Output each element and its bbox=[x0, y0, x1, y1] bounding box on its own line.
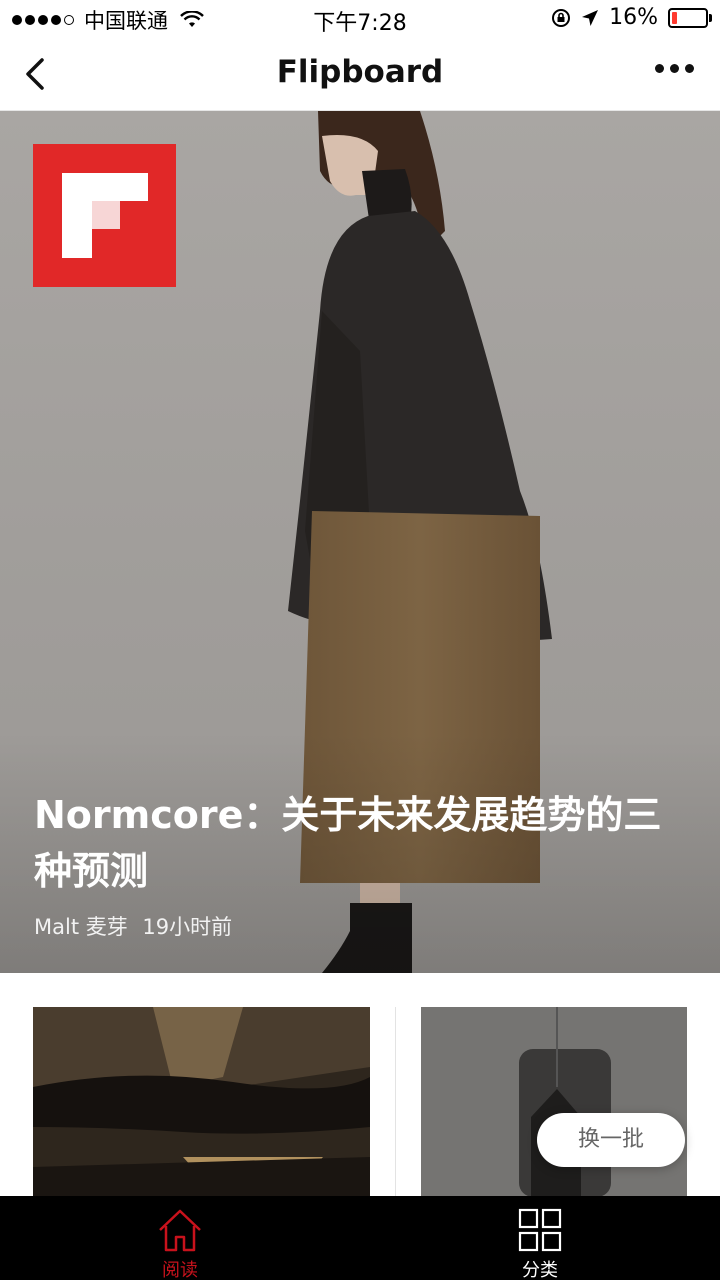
hero-source: Malt 麦芽 bbox=[34, 915, 128, 939]
article-card-right[interactable] bbox=[421, 1007, 687, 1197]
more-dot-icon bbox=[655, 64, 664, 73]
status-right: 16% bbox=[551, 5, 712, 30]
hero-meta: Malt 麦芽 19小时前 bbox=[34, 911, 232, 941]
battery-icon bbox=[668, 7, 712, 28]
hero-headline[interactable]: Normcore：关于未来发展趋势的三种预测 bbox=[34, 787, 674, 899]
tab-bar: 阅读 分类 bbox=[0, 1196, 720, 1281]
more-options-button[interactable] bbox=[655, 64, 694, 73]
flipboard-logo bbox=[33, 144, 176, 287]
navigation-bar: Flipboard bbox=[0, 36, 720, 111]
home-icon bbox=[159, 1209, 201, 1252]
refresh-batch-button[interactable]: 换一批 bbox=[537, 1113, 685, 1167]
card-divider bbox=[395, 1007, 396, 1197]
tab-category[interactable]: 分类 bbox=[360, 1196, 720, 1281]
rotation-lock-icon bbox=[552, 8, 571, 27]
status-bar: 中国联通 下午7:28 16% bbox=[0, 0, 720, 36]
flipboard-f-icon bbox=[62, 173, 148, 258]
article-thumbnail bbox=[33, 1007, 370, 1197]
grid-icon bbox=[518, 1208, 562, 1252]
more-dot-icon bbox=[685, 64, 694, 73]
battery-percent: 16% bbox=[609, 5, 658, 30]
more-dot-icon bbox=[670, 64, 679, 73]
article-card-left[interactable] bbox=[33, 1007, 370, 1197]
battery-fill bbox=[672, 11, 677, 24]
hero-time: 19小时前 bbox=[142, 915, 233, 939]
tab-read-label: 阅读 bbox=[162, 1260, 198, 1281]
tab-category-label: 分类 bbox=[522, 1260, 558, 1281]
article-thumbnail bbox=[421, 1007, 687, 1197]
page-title: Flipboard bbox=[276, 54, 444, 90]
tab-read[interactable]: 阅读 bbox=[0, 1196, 360, 1281]
hero-article[interactable]: Normcore：关于未来发展趋势的三种预测 Malt 麦芽 19小时前 bbox=[0, 111, 720, 973]
location-arrow-icon bbox=[582, 9, 599, 26]
